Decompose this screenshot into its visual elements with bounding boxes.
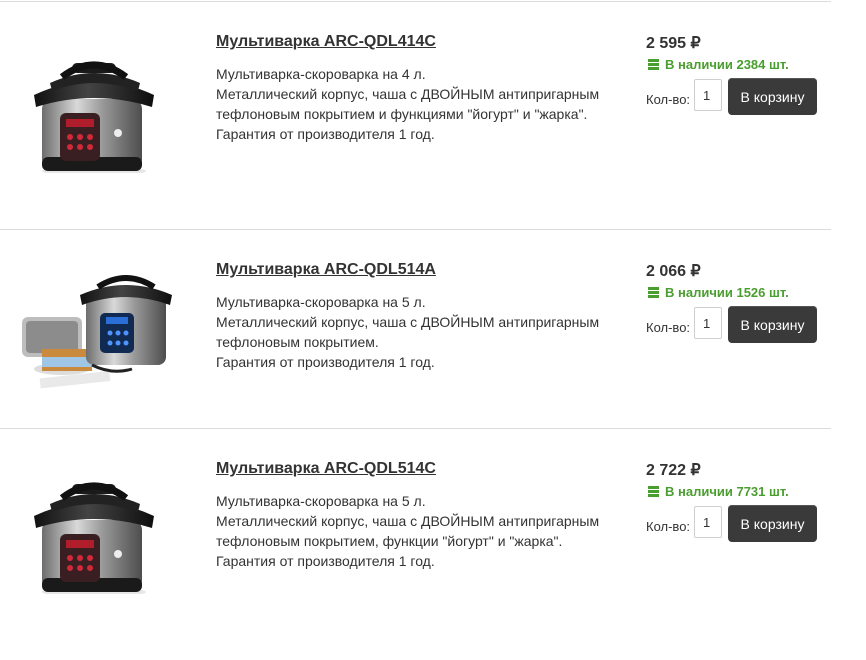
add-to-cart-button[interactable]: В корзину	[728, 306, 817, 343]
product-card: Мультиварка ARC-QDL514C Мультиварка-скор…	[0, 460, 831, 660]
stock-status: В наличии 1526 шт.	[648, 285, 789, 300]
description-line: тефлоновым покрытием, функции "йогурт" и…	[216, 533, 563, 549]
divider	[0, 428, 831, 429]
stock-text: В наличии 1526 шт.	[665, 285, 789, 300]
product-card: Мультиварка ARC-QDL514A Мультиварка-скор…	[0, 261, 831, 461]
description-line: Гарантия от производителя 1 год.	[216, 126, 435, 142]
description-line: тефлоновым покрытием.	[216, 334, 379, 350]
description-line: Гарантия от производителя 1 год.	[216, 354, 435, 370]
add-to-cart-button[interactable]: В корзину	[728, 78, 817, 115]
stock-list-icon	[648, 59, 659, 70]
add-to-cart-button[interactable]: В корзину	[728, 505, 817, 542]
product-title-link[interactable]: Мультиварка ARC-QDL414C	[216, 33, 436, 51]
quantity-input[interactable]	[694, 307, 722, 339]
quantity-input[interactable]	[694, 506, 722, 538]
divider	[0, 229, 831, 230]
pressure-cooker-image	[2, 454, 187, 594]
description-line: Металлический корпус, чаша с ДВОЙНЫМ ант…	[216, 314, 600, 330]
product-image[interactable]	[2, 454, 187, 594]
product-price: 2 722 ₽	[646, 462, 701, 479]
description-line: тефлоновым покрытием и функциями "йогурт…	[216, 106, 588, 122]
description-line: Мультиварка-скороварка на 4 л.	[216, 66, 426, 82]
quantity-label: Кол-во:	[646, 92, 691, 107]
product-card: Мультиварка ARC-QDL414C Мультиварка-скор…	[0, 33, 831, 233]
product-description: Мультиварка-скороварка на 5 л. Металличе…	[216, 292, 616, 372]
pressure-cooker-image	[2, 33, 187, 173]
product-price: 2 066 ₽	[646, 263, 701, 280]
product-description: Мультиварка-скороварка на 4 л. Металличе…	[216, 64, 616, 144]
product-price: 2 595 ₽	[646, 35, 701, 52]
stock-text: В наличии 2384 шт.	[665, 57, 789, 72]
description-line: Металлический корпус, чаша с ДВОЙНЫМ ант…	[216, 86, 600, 102]
product-description: Мультиварка-скороварка на 5 л. Металличе…	[216, 491, 616, 571]
product-image[interactable]	[2, 33, 187, 173]
description-line: Мультиварка-скороварка на 5 л.	[216, 493, 426, 509]
description-line: Мультиварка-скороварка на 5 л.	[216, 294, 426, 310]
stock-status: В наличии 2384 шт.	[648, 57, 789, 72]
stock-status: В наличии 7731 шт.	[648, 484, 789, 499]
quantity-input[interactable]	[694, 79, 722, 111]
pressure-cooker-image	[2, 257, 187, 397]
stock-list-icon	[648, 287, 659, 298]
stock-text: В наличии 7731 шт.	[665, 484, 789, 499]
stock-list-icon	[648, 486, 659, 497]
product-image[interactable]	[2, 257, 187, 397]
description-line: Гарантия от производителя 1 год.	[216, 553, 435, 569]
product-title-link[interactable]: Мультиварка ARC-QDL514A	[216, 261, 436, 279]
product-title-link[interactable]: Мультиварка ARC-QDL514C	[216, 460, 436, 478]
description-line: Металлический корпус, чаша с ДВОЙНЫМ ант…	[216, 513, 600, 529]
quantity-label: Кол-во:	[646, 519, 691, 534]
quantity-label: Кол-во:	[646, 320, 691, 335]
divider-top	[0, 1, 831, 2]
